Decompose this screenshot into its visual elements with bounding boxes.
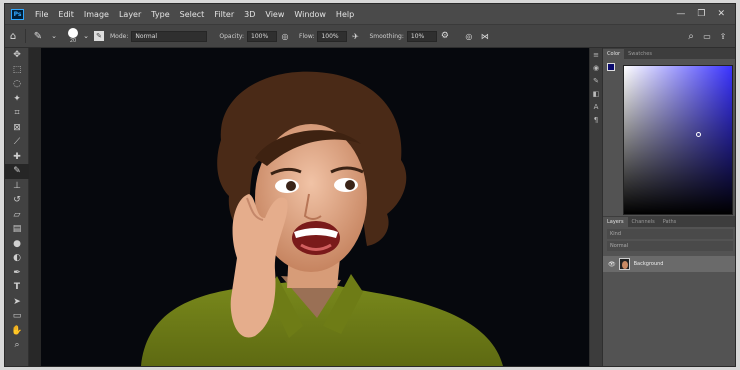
smoothing-label: Smoothing: (369, 32, 404, 40)
brush-settings-icon[interactable]: ✎ (94, 31, 104, 41)
options-bar: ⌂ ✎ ⌄ 20 ⌄ ✎ Mode: Normal Opacity: 100% … (5, 24, 735, 48)
layer-row[interactable]: 👁 Background (603, 256, 735, 272)
right-panels: Color Swatches Layers Channels Paths Kin… (603, 48, 735, 366)
share-icon[interactable]: ⇪ (715, 28, 731, 44)
color-picker-field[interactable] (623, 65, 733, 215)
character-icon[interactable]: A (590, 100, 602, 113)
brush-tip-icon (68, 28, 78, 38)
flow-field[interactable]: 100% (317, 30, 348, 42)
eraser-tool-icon[interactable]: ▱ (5, 208, 29, 223)
menu-edit[interactable]: Edit (53, 10, 79, 19)
menu-layer[interactable]: Layer (114, 10, 146, 19)
magic-wand-tool-icon[interactable]: ✦ (5, 92, 29, 107)
photo-woman-shouting (141, 71, 503, 366)
properties-icon[interactable]: ◉ (590, 61, 602, 74)
dodge-tool-icon[interactable]: ◐ (5, 251, 29, 266)
foreground-color-swatch[interactable] (607, 63, 615, 71)
frame-tool-icon[interactable]: ⊠ (5, 121, 29, 136)
layer-blend-mode[interactable]: Normal (607, 241, 733, 251)
menu-select[interactable]: Select (175, 10, 210, 19)
menu-filter[interactable]: Filter (209, 10, 239, 19)
window-controls: — ❐ ✕ (676, 9, 735, 19)
gradient-tool-icon[interactable]: ▤ (5, 222, 29, 237)
search-icon[interactable]: ⌕ (683, 28, 699, 44)
paragraph-icon[interactable]: ¶ (590, 113, 602, 126)
dropdown-chevron-icon[interactable]: ⌄ (46, 28, 62, 44)
crop-tool-icon[interactable]: ⌗ (5, 106, 29, 121)
brush-panel-icon[interactable]: ✎ (590, 74, 602, 87)
color-panel-tabs: Color Swatches (603, 48, 735, 59)
tools-panel: ✥ ⬚ ◌ ✦ ⌗ ⊠ ⟋ ✚ ✎ ⊥ ↺ ▱ ▤ ● ◐ ✒ T ➤ ▭ ✋ … (5, 48, 29, 366)
pen-tool-icon[interactable]: ✒ (5, 266, 29, 281)
opacity-field[interactable]: 100% (247, 30, 278, 42)
history-icon[interactable]: ≡ (590, 48, 602, 61)
mode-label: Mode: (110, 32, 129, 40)
tab-swatches[interactable]: Swatches (624, 49, 656, 59)
shape-tool-icon[interactable]: ▭ (5, 309, 29, 324)
menu-type[interactable]: Type (146, 10, 174, 19)
home-icon[interactable]: ⌂ (5, 28, 21, 44)
smoothing-settings-icon[interactable]: ⚙ (437, 28, 453, 44)
path-select-tool-icon[interactable]: ➤ (5, 295, 29, 310)
lasso-tool-icon[interactable]: ◌ (5, 77, 29, 92)
layers-panel-tabs: Layers Channels Paths (603, 216, 735, 227)
smoothing-field[interactable]: 10% (406, 30, 437, 42)
dropdown-chevron-icon[interactable]: ⌄ (78, 28, 94, 44)
hand-tool-icon[interactable]: ✋ (5, 324, 29, 339)
zoom-tool-icon[interactable]: ⌕ (5, 338, 29, 353)
marquee-tool-icon[interactable]: ⬚ (5, 63, 29, 78)
symmetry-icon[interactable]: ⋈ (477, 28, 493, 44)
history-brush-tool-icon[interactable]: ↺ (5, 193, 29, 208)
tab-color[interactable]: Color (603, 49, 625, 59)
image-canvas[interactable] (41, 48, 591, 366)
panel-icon-strip: ≡ ◉ ✎ ◧ A ¶ (589, 48, 603, 366)
close-button[interactable]: ✕ (717, 9, 725, 19)
menu-bar: Ps File Edit Image Layer Type Select Fil… (5, 4, 735, 24)
healing-tool-icon[interactable]: ✚ (5, 150, 29, 165)
photoshop-window: Ps File Edit Image Layer Type Select Fil… (4, 3, 736, 367)
brush-tool-icon[interactable]: ✎ (30, 28, 46, 44)
color-panel (603, 59, 735, 215)
workspace-icon[interactable]: ▭ (699, 28, 715, 44)
blur-tool-icon[interactable]: ● (5, 237, 29, 252)
menu-image[interactable]: Image (79, 10, 114, 19)
type-tool-icon[interactable]: T (5, 280, 29, 295)
tab-layers[interactable]: Layers (603, 217, 628, 227)
opacity-label: Opacity: (219, 32, 245, 40)
menu-view[interactable]: View (260, 10, 289, 19)
pressure-opacity-icon[interactable]: ◎ (277, 28, 293, 44)
layer-name: Background (633, 261, 664, 267)
adjustments-icon[interactable]: ◧ (590, 87, 602, 100)
menu-help[interactable]: Help (331, 10, 359, 19)
menu-window[interactable]: Window (289, 10, 331, 19)
layer-thumbnail (618, 258, 630, 270)
minimize-button[interactable]: — (676, 9, 685, 19)
pressure-size-icon[interactable]: ◎ (461, 28, 477, 44)
menu-3d[interactable]: 3D (239, 10, 260, 19)
separator (25, 29, 26, 43)
color-picker-handle[interactable] (696, 132, 701, 137)
tab-paths[interactable]: Paths (659, 217, 681, 227)
stamp-tool-icon[interactable]: ⊥ (5, 179, 29, 194)
flow-label: Flow: (299, 32, 315, 40)
brush-preset-picker[interactable]: 20 (68, 28, 78, 44)
app-logo: Ps (11, 8, 24, 20)
document-area (29, 48, 591, 366)
restore-button[interactable]: ❐ (697, 9, 705, 19)
layer-filter-kind[interactable]: Kind (607, 229, 733, 239)
move-tool-icon[interactable]: ✥ (5, 48, 29, 63)
menu-file[interactable]: File (30, 10, 53, 19)
airbrush-icon[interactable]: ✈ (347, 28, 363, 44)
eyedropper-tool-icon[interactable]: ⟋ (5, 135, 29, 150)
tab-channels[interactable]: Channels (628, 217, 659, 227)
mode-select[interactable]: Normal (131, 30, 208, 42)
brush-size: 20 (69, 38, 77, 44)
layers-panel: Layers Channels Paths Kind Normal 👁 Back… (603, 216, 735, 366)
brush-tool-icon[interactable]: ✎ (5, 164, 29, 179)
visibility-eye-icon[interactable]: 👁 (608, 261, 616, 268)
